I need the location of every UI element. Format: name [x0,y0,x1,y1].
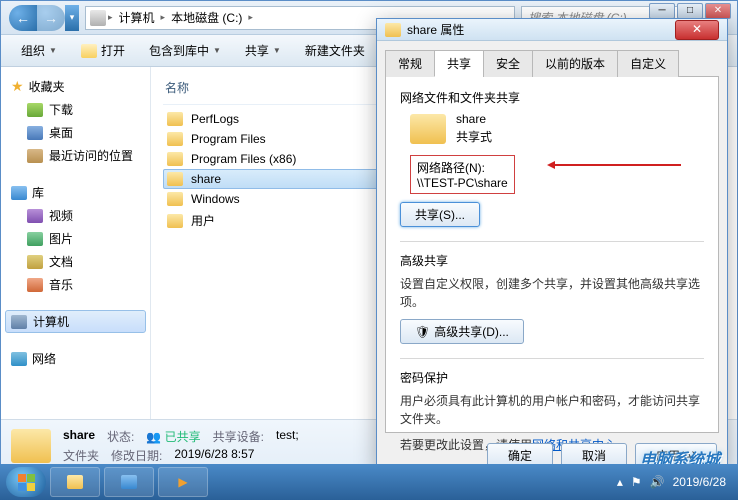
breadcrumb-computer[interactable]: 计算机 [115,9,159,26]
status-label: 状态: [107,428,134,445]
sidebar-network[interactable]: 网络 [5,347,146,370]
sidebar-item-documents[interactable]: 文档 [5,250,146,273]
folder-icon [385,23,401,37]
type-label: 文件夹 [63,447,99,464]
chevron-right-icon: ▸ [108,12,113,23]
star-icon: ★ [11,78,24,95]
sidebar-libraries[interactable]: 库 [5,181,146,204]
document-icon [27,255,43,269]
section-title: 密码保护 [400,369,704,386]
folder-icon [167,214,183,228]
minimize-button[interactable]: ─ [649,3,675,19]
folder-icon [167,192,183,206]
folder-icon [67,475,83,489]
maximize-button[interactable]: □ [677,3,703,19]
history-dropdown[interactable]: ▾ [65,5,79,31]
folder-icon-large [11,429,51,463]
tab-sharing[interactable]: 共享 [434,50,484,77]
sidebar-computer[interactable]: 计算机 [5,310,146,333]
tray-flag-icon[interactable]: ⚑ [631,475,642,489]
desktop-icon [27,126,43,140]
picture-icon [27,232,43,246]
tab-customize[interactable]: 自定义 [617,50,679,77]
chevron-right-icon: ▸ [161,12,166,23]
dialog-close-button[interactable]: ✕ [675,20,719,40]
windows-logo-icon [18,474,35,491]
sidebar: ★收藏夹 下载 桌面 最近访问的位置 库 视频 图片 文档 音乐 计算机 网络 [1,67,151,419]
netpath-label: 网络路径(N): [417,159,508,176]
folder-icon [167,172,183,186]
music-icon [27,278,43,292]
new-folder-button[interactable]: 新建文件夹 [295,38,375,63]
drive-icon [90,10,106,26]
taskbar-item-explorer-2[interactable] [104,467,154,497]
chevron-right-icon: ▸ [248,12,253,23]
shield-icon: 🛡 [415,325,430,339]
breadcrumb-drive-c[interactable]: 本地磁盘 (C:) [167,9,246,26]
date-label: 修改日期: [111,447,162,464]
sidebar-item-videos[interactable]: 视频 [5,204,146,227]
section-desc: 设置自定义权限，创建多个共享，并设置其他高级共享选项。 [400,275,704,311]
section-title: 高级共享 [400,252,704,269]
tab-security[interactable]: 安全 [483,50,533,77]
start-button[interactable] [6,467,46,497]
folder-icon [167,132,183,146]
annotation-arrow [551,164,681,166]
sidebar-favorites[interactable]: ★收藏夹 [5,75,146,98]
open-icon [81,44,97,58]
share-mode: 共享式 [456,128,492,145]
properties-dialog: share 属性 ✕ 常规 共享 安全 以前的版本 自定义 网络文件和文件夹共享… [376,18,728,470]
tab-strip: 常规 共享 安全 以前的版本 自定义 [385,49,719,77]
include-menu[interactable]: 包含到库中▼ [139,38,231,63]
share-button[interactable]: 共享(S)... [400,202,480,227]
sidebar-item-recent[interactable]: 最近访问的位置 [5,144,146,167]
media-icon: ▶ [178,475,187,489]
library-icon [11,186,27,200]
shared-badge: 👥 已共享 [146,428,200,445]
tray-chevron-icon[interactable]: ▴ [617,475,623,489]
details-name: share [63,428,95,445]
tray-volume-icon[interactable]: 🔊 [650,475,665,489]
sidebar-item-music[interactable]: 音乐 [5,273,146,296]
forward-button[interactable]: → [37,5,65,31]
network-icon [11,352,27,366]
clock[interactable]: 2019/6/28 [673,475,726,489]
taskbar: ▶ ▴ ⚑ 🔊 2019/6/28 [0,464,738,500]
close-button[interactable]: ✕ [705,3,731,19]
open-button[interactable]: 打开 [71,38,135,63]
window-controls: ─ □ ✕ [649,3,731,19]
system-tray[interactable]: ▴ ⚑ 🔊 2019/6/28 [617,475,732,489]
shared-folder-icon [410,114,446,144]
sidebar-item-downloads[interactable]: 下载 [5,98,146,121]
section-desc: 用户必须具有此计算机的用户帐户和密码，才能访问共享文件夹。 [400,392,704,428]
device-label: 共享设备: [213,428,264,445]
back-button[interactable]: ← [9,5,37,31]
nav-arrows: ← → ▾ [9,5,79,31]
dialog-title: share 属性 [407,21,464,38]
library-icon [121,475,137,489]
section-title: 网络文件和文件夹共享 [400,89,704,106]
dialog-titlebar[interactable]: share 属性 ✕ [377,19,727,41]
tab-previous-versions[interactable]: 以前的版本 [532,50,618,77]
device-value: test; [276,428,299,445]
taskbar-item-media[interactable]: ▶ [158,467,208,497]
computer-icon [11,315,27,329]
folder-icon [167,152,183,166]
netpath-value: \\TEST-PC\share [417,176,508,190]
tab-panel-sharing: 网络文件和文件夹共享 share 共享式 网络路径(N): \\TEST-PC\… [385,77,719,433]
taskbar-item-explorer[interactable] [50,467,100,497]
sidebar-item-pictures[interactable]: 图片 [5,227,146,250]
advanced-share-button[interactable]: 🛡高级共享(D)... [400,319,524,344]
date-value: 2019/6/28 8:57 [174,447,254,464]
tab-general[interactable]: 常规 [385,50,435,77]
recent-icon [27,149,43,163]
download-icon [27,103,43,117]
organize-menu[interactable]: 组织▼ [11,38,67,63]
folder-icon [167,112,183,126]
sidebar-item-desktop[interactable]: 桌面 [5,121,146,144]
video-icon [27,209,43,223]
share-name: share [456,112,492,126]
network-path-box: 网络路径(N): \\TEST-PC\share [410,155,515,194]
share-menu[interactable]: 共享▼ [235,38,291,63]
